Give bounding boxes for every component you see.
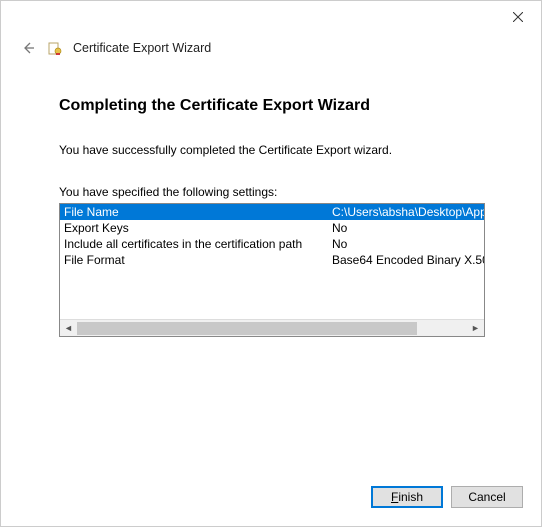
- wizard-title: Certificate Export Wizard: [73, 41, 211, 55]
- setting-name: Include all certificates in the certific…: [64, 236, 332, 252]
- settings-row[interactable]: File NameC:\Users\absha\Desktop\AppGWAut…: [60, 204, 484, 220]
- scroll-left-icon[interactable]: ◄: [60, 320, 77, 337]
- setting-name: File Name: [64, 204, 332, 220]
- success-message: You have successfully completed the Cert…: [59, 143, 483, 157]
- setting-name: File Format: [64, 252, 332, 268]
- close-icon[interactable]: [503, 7, 533, 27]
- settings-row[interactable]: Export KeysNo: [60, 220, 484, 236]
- setting-value: No: [332, 220, 484, 236]
- scroll-track[interactable]: [77, 320, 467, 336]
- cancel-button[interactable]: Cancel: [451, 486, 523, 508]
- scroll-right-icon[interactable]: ►: [467, 320, 484, 337]
- settings-label: You have specified the following setting…: [59, 185, 483, 199]
- settings-listbox: File NameC:\Users\absha\Desktop\AppGWAut…: [59, 203, 485, 337]
- page-heading: Completing the Certificate Export Wizard: [59, 97, 483, 115]
- finish-button[interactable]: Finish: [371, 486, 443, 508]
- scroll-thumb[interactable]: [77, 322, 417, 335]
- setting-name: Export Keys: [64, 220, 332, 236]
- settings-row[interactable]: Include all certificates in the certific…: [60, 236, 484, 252]
- settings-row[interactable]: File FormatBase64 Encoded Binary X.509 (…: [60, 252, 484, 268]
- setting-value: C:\Users\absha\Desktop\AppGWAuthe: [332, 204, 484, 220]
- horizontal-scrollbar[interactable]: ◄ ►: [60, 319, 484, 336]
- setting-value: No: [332, 236, 484, 252]
- back-arrow-icon[interactable]: [19, 39, 37, 57]
- setting-value: Base64 Encoded Binary X.509 (*.cer): [332, 252, 484, 268]
- certificate-icon: [47, 40, 63, 56]
- wizard-header: Certificate Export Wizard: [1, 33, 541, 67]
